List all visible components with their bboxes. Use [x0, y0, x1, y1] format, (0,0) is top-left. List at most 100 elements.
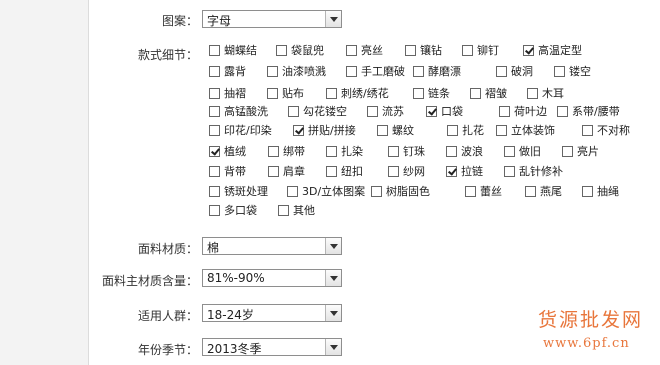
detail-label: 树脂固色 [386, 185, 430, 198]
detail-checkbox[interactable] [276, 45, 287, 56]
detail-label: 口袋 [441, 105, 463, 118]
season-select[interactable]: 2013冬季 [202, 338, 342, 356]
season-label: 年份季节： [137, 343, 198, 357]
detail-checkbox[interactable] [346, 45, 357, 56]
detail-label: 锈斑处理 [224, 185, 268, 198]
detail-label: 钉珠 [403, 145, 425, 158]
detail-checkbox[interactable] [499, 106, 510, 117]
detail-checkbox[interactable] [525, 186, 536, 197]
detail-checkbox[interactable] [388, 146, 399, 157]
chevron-down-icon[interactable] [325, 238, 341, 254]
detail-checkbox[interactable] [209, 166, 220, 177]
detail-checkbox[interactable] [582, 125, 593, 136]
detail-label: 肩章 [283, 165, 305, 178]
detail-label: 贴布 [282, 87, 304, 100]
detail-checkbox[interactable] [288, 106, 299, 117]
detail-checkbox[interactable] [582, 186, 593, 197]
detail-checkbox[interactable] [388, 166, 399, 177]
detail-label: 立体装饰 [511, 124, 555, 137]
detail-label: 高锰酸洗 [224, 105, 268, 118]
detail-checkbox[interactable] [287, 186, 298, 197]
detail-checkbox[interactable] [446, 146, 457, 157]
detail-checkbox[interactable] [405, 45, 416, 56]
pattern-select[interactable]: 字母 [202, 10, 342, 28]
detail-checkbox[interactable] [465, 186, 476, 197]
watermark-url: www.6pf.cn [543, 336, 630, 351]
detail-checkbox[interactable] [209, 205, 220, 216]
detail-label: 纱网 [403, 165, 425, 178]
detail-label: 木耳 [542, 87, 564, 100]
pattern-label: 图案： [161, 14, 198, 28]
detail-checkbox[interactable] [413, 88, 424, 99]
detail-checkbox[interactable] [504, 146, 515, 157]
detail-checkbox[interactable] [523, 45, 534, 56]
chevron-down-icon[interactable] [325, 270, 341, 286]
fabric-label: 面料材质： [137, 242, 198, 256]
detail-checkbox[interactable] [209, 88, 220, 99]
detail-label: 系带/腰带 [572, 105, 620, 118]
detail-checkbox[interactable] [496, 125, 507, 136]
detail-checkbox[interactable] [326, 146, 337, 157]
detail-label: 亮片 [577, 145, 599, 158]
audience-label: 适用人群： [137, 309, 198, 323]
detail-checkbox[interactable] [267, 66, 278, 77]
detail-label: 高温定型 [538, 44, 582, 57]
detail-checkbox[interactable] [557, 106, 568, 117]
detail-checkbox[interactable] [554, 66, 565, 77]
detail-checkbox[interactable] [268, 146, 279, 157]
detail-label: 背带 [224, 165, 246, 178]
detail-label: 袋鼠兜 [291, 44, 324, 57]
detail-label: 波浪 [461, 145, 483, 158]
detail-checkbox[interactable] [446, 166, 457, 177]
detail-checkbox[interactable] [470, 88, 481, 99]
detail-label: 拉链 [461, 165, 483, 178]
detail-checkbox[interactable] [209, 125, 220, 136]
detail-checkbox[interactable] [268, 166, 279, 177]
detail-label: 蝴蝶结 [224, 44, 257, 57]
detail-label: 抽褶 [224, 87, 246, 100]
detail-label: 纽扣 [341, 165, 363, 178]
detail-checkbox[interactable] [209, 146, 220, 157]
detail-checkbox[interactable] [496, 66, 507, 77]
detail-label: 3D/立体图案 [302, 185, 366, 198]
detail-checkbox[interactable] [346, 66, 357, 77]
detail-label: 勾花镂空 [303, 105, 347, 118]
detail-checkbox[interactable] [377, 125, 388, 136]
chevron-down-icon[interactable] [325, 11, 341, 27]
fabric-content-value: 81%-90% [207, 271, 265, 285]
detail-label: 其他 [293, 204, 315, 217]
detail-checkbox[interactable] [367, 106, 378, 117]
detail-checkbox[interactable] [267, 88, 278, 99]
detail-checkbox[interactable] [278, 205, 289, 216]
detail-label: 植绒 [224, 145, 246, 158]
detail-label: 露背 [224, 65, 246, 78]
detail-checkbox[interactable] [413, 66, 424, 77]
fabric-select[interactable]: 棉 [202, 237, 342, 255]
detail-checkbox[interactable] [562, 146, 573, 157]
audience-select[interactable]: 18-24岁 [202, 304, 342, 322]
detail-label: 不对称 [597, 124, 630, 137]
detail-label: 荷叶边 [514, 105, 547, 118]
fabric-content-select[interactable]: 81%-90% [202, 269, 342, 287]
detail-checkbox[interactable] [209, 106, 220, 117]
detail-label: 多口袋 [224, 204, 257, 217]
detail-checkbox[interactable] [209, 66, 220, 77]
detail-label: 螺纹 [392, 124, 414, 137]
chevron-down-icon[interactable] [325, 305, 341, 321]
detail-checkbox[interactable] [527, 88, 538, 99]
detail-checkbox[interactable] [209, 186, 220, 197]
detail-checkbox[interactable] [326, 88, 337, 99]
detail-label: 乱针修补 [519, 165, 563, 178]
chevron-down-icon[interactable] [325, 339, 341, 355]
details-label: 款式细节： [137, 48, 198, 62]
detail-checkbox[interactable] [426, 106, 437, 117]
detail-checkbox[interactable] [209, 45, 220, 56]
detail-checkbox[interactable] [326, 166, 337, 177]
detail-checkbox[interactable] [462, 45, 473, 56]
detail-checkbox[interactable] [371, 186, 382, 197]
detail-checkbox[interactable] [293, 125, 304, 136]
detail-label: 拼贴/拼接 [308, 124, 356, 137]
detail-checkbox[interactable] [447, 125, 458, 136]
detail-checkbox[interactable] [504, 166, 515, 177]
detail-label: 油漆喷溅 [282, 65, 326, 78]
